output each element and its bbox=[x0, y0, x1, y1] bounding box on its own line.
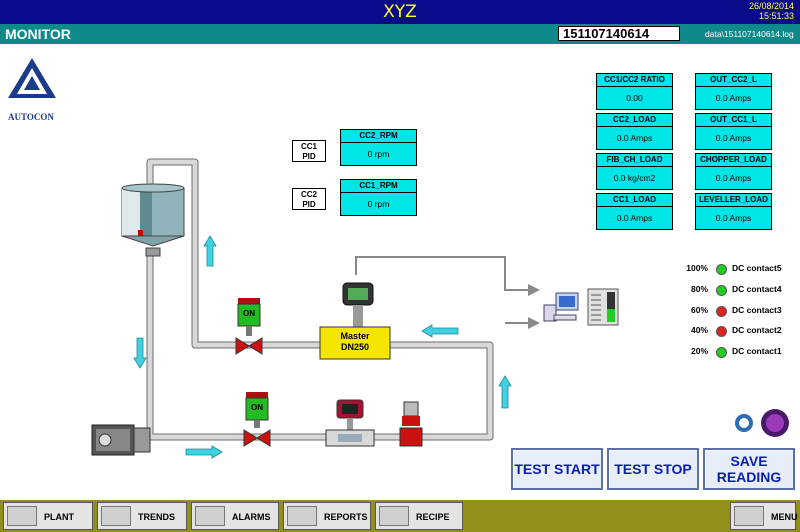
gauge-out-cc1-l: OUT_CC1_L 0.0 Amps bbox=[695, 113, 772, 150]
test-start-button[interactable]: TEST START bbox=[511, 448, 603, 490]
dc-contact-2: 40% DC contact2 bbox=[680, 325, 795, 337]
dc-contact-3: 60% DC contact3 bbox=[680, 305, 795, 317]
gauge-value: 0.0 Amps bbox=[695, 86, 772, 110]
valve-1-state[interactable]: ON bbox=[238, 309, 260, 318]
trends-icon bbox=[101, 506, 131, 526]
tank-icon bbox=[121, 183, 185, 257]
gauge-label: LEVELLER_LOAD bbox=[695, 193, 772, 206]
gauge-value: 0.00 bbox=[596, 86, 673, 110]
nav-plant-button[interactable]: PLANT bbox=[3, 502, 93, 530]
gauge-cc1-rpm: CC1_RPM 0 rpm bbox=[340, 179, 417, 216]
dc-contact-4: 80% DC contact4 bbox=[680, 284, 795, 296]
gauge-value: 0.0 Amps bbox=[695, 126, 772, 150]
status-led-icon bbox=[716, 285, 727, 296]
level-indicator-icon bbox=[587, 288, 619, 326]
nav-label: ALARMS bbox=[232, 512, 271, 522]
dc-contact-name: DC contact4 bbox=[732, 284, 782, 294]
gauge-label: OUT_CC2_L bbox=[695, 73, 772, 86]
status-led-icon bbox=[716, 264, 727, 275]
dc-contact-name: DC contact5 bbox=[732, 263, 782, 273]
save-reading-button[interactable]: SAVE READING bbox=[703, 448, 795, 490]
gauge-value: 0.0 Amps bbox=[695, 206, 772, 230]
gauge-value: 0 rpm bbox=[340, 142, 417, 166]
gauge-cc2-load: CC2_LOAD 0.0 Amps bbox=[596, 113, 673, 150]
nav-label: PLANT bbox=[44, 512, 74, 522]
pid-label-cc2: CC2 PID bbox=[292, 188, 326, 210]
gauge-label: FIB_CH_LOAD bbox=[596, 153, 673, 166]
pid-label-cc1: CC1 PID bbox=[292, 140, 326, 162]
nav-menu-button[interactable]: MENU bbox=[730, 502, 798, 530]
nav-label: TRENDS bbox=[138, 512, 176, 522]
gauge-value: 0.0 Amps bbox=[596, 126, 673, 150]
valve-1-icon bbox=[235, 298, 263, 355]
pid-label-line1: CC1 bbox=[300, 142, 317, 151]
control-valve-icon bbox=[399, 401, 423, 447]
plant-icon bbox=[7, 506, 37, 526]
recipe-icon bbox=[379, 506, 409, 526]
valve-2-icon bbox=[243, 392, 271, 447]
gauge-label: CC1_LOAD bbox=[596, 193, 673, 206]
alarm-bell-icon bbox=[195, 506, 225, 526]
nav-label: RECIPE bbox=[416, 512, 450, 522]
test-stop-button[interactable]: TEST STOP bbox=[607, 448, 699, 490]
dc-contact-name: DC contact1 bbox=[732, 346, 782, 356]
dc-contact-name: DC contact3 bbox=[732, 305, 782, 315]
dc-contact-percent: 20% bbox=[690, 346, 708, 356]
gauge-label: OUT_CC1_L bbox=[695, 113, 772, 126]
pump-icon bbox=[91, 424, 151, 456]
gauge-label: CC1_RPM bbox=[340, 179, 417, 192]
pid-label-line2: PID bbox=[302, 152, 316, 161]
gauge-cc1-cc2-ratio: CC1/CC2 RATIO 0.00 bbox=[596, 73, 673, 110]
refresh-icon bbox=[735, 414, 753, 432]
gauge-leveller-load: LEVELLER_LOAD 0.0 Amps bbox=[695, 193, 772, 230]
autocon-logo-icon bbox=[8, 58, 56, 98]
nav-label: MENU bbox=[771, 512, 798, 522]
flowmeter-line1: Master bbox=[340, 331, 370, 341]
flowmeter-line2: DN250 bbox=[340, 342, 369, 352]
gauge-value: 0.0 kg/cm2 bbox=[596, 166, 673, 190]
flow-transmitter-icon bbox=[342, 282, 374, 327]
gauge-label: CC2_LOAD bbox=[596, 113, 673, 126]
dc-contact-5: 100% DC contact5 bbox=[680, 263, 795, 275]
dc-contact-percent: 100% bbox=[686, 263, 708, 273]
gauge-cc2-rpm: CC2_RPM 0 rpm bbox=[340, 129, 417, 166]
status-led-icon bbox=[716, 347, 727, 358]
pid-label-line2: PID bbox=[302, 200, 316, 209]
dc-contact-name: DC contact2 bbox=[732, 325, 782, 335]
computer-icon bbox=[543, 292, 579, 322]
pid-label-line1: CC2 bbox=[300, 190, 317, 199]
nav-trends-button[interactable]: TRENDS bbox=[97, 502, 187, 530]
status-led-icon bbox=[716, 306, 727, 317]
nav-reports-button[interactable]: REPORTS bbox=[283, 502, 371, 530]
valve-2-state[interactable]: ON bbox=[246, 403, 268, 412]
dc-contact-percent: 80% bbox=[690, 284, 708, 294]
gauge-value: 0.0 Amps bbox=[596, 206, 673, 230]
gauge-label: CHOPPER_LOAD bbox=[695, 153, 772, 166]
gauge-label: CC1/CC2 RATIO bbox=[596, 73, 673, 86]
dc-contact-percent: 60% bbox=[690, 305, 708, 315]
gauge-fib-ch-load: FIB_CH_LOAD 0.0 kg/cm2 bbox=[596, 153, 673, 190]
bottom-nav-bar: PLANT TRENDS ALARMS REPORTS RECIPE MENU bbox=[0, 500, 800, 532]
status-led-icon bbox=[716, 326, 727, 337]
master-flowmeter-label: Master DN250 bbox=[320, 331, 390, 353]
logo-label: AUTOCON bbox=[8, 112, 54, 122]
gauge-value: 0.0 Amps bbox=[695, 166, 772, 190]
dc-contact-percent: 40% bbox=[690, 325, 708, 335]
close-icon bbox=[761, 409, 789, 437]
nav-alarms-button[interactable]: ALARMS bbox=[191, 502, 279, 530]
home-icon bbox=[734, 506, 764, 526]
printer-icon bbox=[287, 506, 317, 526]
gauge-chopper-load: CHOPPER_LOAD 0.0 Amps bbox=[695, 153, 772, 190]
gauge-value: 0 rpm bbox=[340, 192, 417, 216]
gauge-out-cc2-l: OUT_CC2_L 0.0 Amps bbox=[695, 73, 772, 110]
flowmeter-2-icon bbox=[325, 399, 375, 447]
nav-recipe-button[interactable]: RECIPE bbox=[375, 502, 463, 530]
dc-contact-1: 20% DC contact1 bbox=[680, 346, 795, 358]
gauge-cc1-load: CC1_LOAD 0.0 Amps bbox=[596, 193, 673, 230]
nav-label: REPORTS bbox=[324, 512, 368, 522]
gauge-label: CC2_RPM bbox=[340, 129, 417, 142]
